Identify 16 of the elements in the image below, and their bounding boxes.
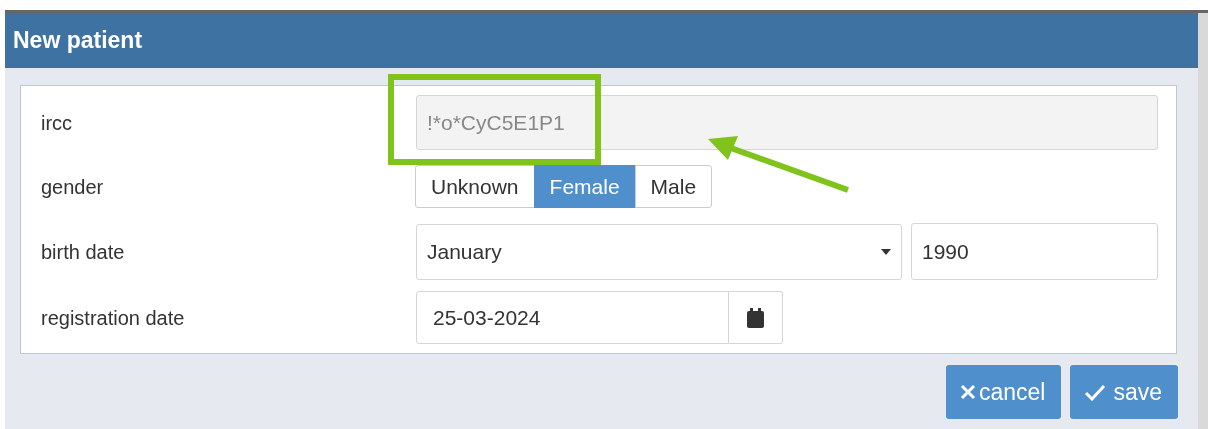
scrollbar[interactable]	[1198, 13, 1208, 429]
close-icon	[959, 384, 976, 400]
gender-option[interactable]: Unknown	[415, 165, 535, 208]
year-field[interactable]: 1990	[911, 223, 1158, 280]
month-select[interactable]: January	[416, 223, 902, 280]
dialog-title: New patient	[5, 13, 1198, 68]
field-label: birth date	[40, 239, 126, 265]
calendar-button[interactable]	[729, 291, 783, 344]
field-label: registration date	[40, 305, 186, 331]
gender-option[interactable]: Male	[634, 165, 713, 208]
calendar-icon	[747, 307, 764, 328]
field-label: gender	[40, 174, 105, 200]
check-icon	[1084, 383, 1107, 401]
caret-icon	[881, 248, 891, 255]
field-label: ircc	[40, 110, 74, 136]
date-field[interactable]: 25-03-2024	[416, 291, 729, 344]
